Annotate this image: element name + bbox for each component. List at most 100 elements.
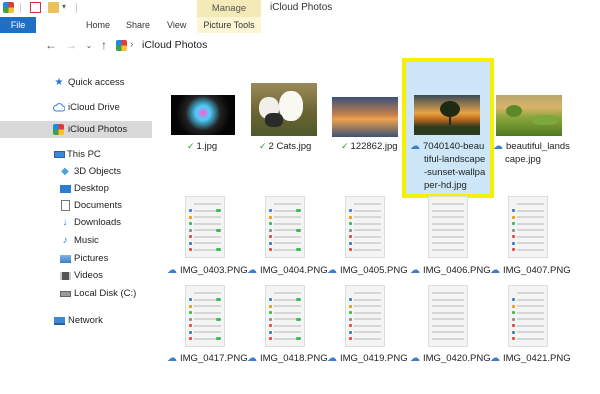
pc-icon (53, 149, 65, 160)
file-name: ☁ IMG_0421.PNG (490, 353, 571, 364)
cloud-only-icon: ☁ (410, 141, 420, 152)
videos-icon (59, 270, 71, 281)
cloud-only-icon: ☁ (167, 265, 177, 276)
separator (76, 3, 77, 13)
forward-arrow-icon[interactable]: → (64, 38, 78, 52)
sidebar-item-label: Documents (74, 200, 123, 211)
file-name: ✓ 122862.jpg (341, 141, 398, 152)
breadcrumb[interactable]: iCloud Photos (142, 39, 207, 51)
image-thumbnail (251, 83, 317, 136)
synced-check-icon: ✓ (187, 141, 195, 151)
image-thumbnail (508, 196, 548, 258)
file-name: ☁ IMG_0418.PNG (247, 353, 328, 364)
window-title: iCloud Photos (270, 2, 333, 13)
cloud-only-icon: ☁ (167, 353, 177, 364)
sidebar-item-label: Local Disk (C:) (74, 288, 137, 299)
sidebar-item-desktop[interactable]: Desktop (0, 180, 152, 197)
up-arrow-icon[interactable]: ↑ (97, 38, 111, 52)
cloud-only-icon: ☁ (490, 265, 500, 276)
image-thumbnail (345, 196, 385, 258)
cloud-only-icon: ☁ (247, 353, 257, 364)
cloud-icon (53, 102, 65, 113)
image-thumbnail (185, 285, 225, 347)
sidebar-item-quick-access[interactable]: ★ Quick access (0, 74, 152, 91)
tab-share[interactable]: Share (126, 17, 150, 33)
navigation-pane: ★ Quick access iCloud Drive iCloud Photo… (0, 66, 152, 394)
photos-icon (53, 124, 64, 135)
sidebar-item-network[interactable]: Network (0, 312, 152, 329)
back-arrow-icon[interactable]: ← (44, 38, 58, 52)
title-bar: ▾ Manage iCloud Photos (0, 0, 600, 17)
sidebar-item-downloads[interactable]: ↓ Downloads (0, 214, 152, 231)
sidebar-item-local-disk[interactable]: Local Disk (C:) (0, 285, 152, 302)
cloud-only-icon: ☁ (327, 265, 337, 276)
breadcrumb-chevron-icon[interactable]: › (130, 39, 133, 50)
file-name-line: -sunset-wallpa (424, 167, 486, 178)
file-name: ☁ IMG_0407.PNG (490, 265, 571, 276)
synced-check-icon: ✓ (259, 141, 267, 151)
quick-access-dropdown-icon[interactable]: ▾ (62, 2, 73, 13)
sidebar-item-label: Music (74, 235, 99, 246)
image-thumbnail (185, 196, 225, 258)
sidebar-item-label: 3D Objects (74, 166, 121, 177)
image-thumbnail (345, 285, 385, 347)
file-name: ☁ IMG_0403.PNG (167, 265, 248, 276)
sidebar-item-label: Videos (74, 270, 103, 281)
new-folder-icon[interactable] (48, 2, 59, 13)
image-thumbnail (171, 95, 235, 135)
sidebar-item-label: Downloads (74, 217, 121, 228)
file-name: ☁ IMG_0404.PNG (247, 265, 328, 276)
network-icon (53, 315, 65, 326)
star-icon: ★ (54, 77, 64, 88)
sidebar-item-videos[interactable]: Videos (0, 267, 152, 284)
file-name: ☁ 7040140-beau (410, 141, 485, 152)
image-thumbnail (332, 97, 398, 137)
file-name-line: tiful-landscape (424, 154, 486, 165)
disk-icon (59, 288, 71, 299)
tab-home[interactable]: Home (86, 17, 110, 33)
image-thumbnail (508, 285, 548, 347)
file-name: ✓ 2 Cats.jpg (259, 141, 312, 152)
image-thumbnail (265, 285, 305, 347)
sidebar-item-this-pc[interactable]: This PC (0, 146, 152, 163)
sidebar-item-music[interactable]: ♪ Music (0, 232, 152, 249)
properties-icon[interactable] (30, 2, 41, 13)
music-icon: ♪ (62, 235, 68, 246)
recent-locations-dropdown-icon[interactable]: ⌄ (82, 38, 96, 52)
file-name: ☁ IMG_0405.PNG (327, 265, 408, 276)
sidebar-item-pictures[interactable]: Pictures (0, 250, 152, 267)
sidebar-item-documents[interactable]: Documents (0, 197, 152, 214)
image-thumbnail (414, 95, 480, 135)
cloud-only-icon: ☁ (493, 141, 503, 152)
sidebar-item-icloud-drive[interactable]: iCloud Drive (0, 99, 152, 116)
sidebar-item-icloud-photos[interactable]: iCloud Photos (0, 121, 152, 138)
sidebar-item-label: Network (68, 315, 103, 326)
cube-icon: ◆ (61, 166, 69, 177)
cloud-only-icon: ☁ (410, 265, 420, 276)
photos-location-icon (116, 40, 127, 51)
image-thumbnail (265, 196, 305, 258)
tab-file[interactable]: File (0, 17, 36, 33)
cloud-only-icon: ☁ (247, 265, 257, 276)
file-name-line: cape.jpg (505, 154, 541, 165)
tab-picture-tools[interactable]: Picture Tools (197, 17, 261, 33)
file-name: ✓ 1.jpg (187, 141, 218, 152)
download-icon: ↓ (62, 217, 68, 228)
sidebar-item-label: iCloud Drive (68, 102, 120, 113)
sidebar-item-label: Quick access (68, 77, 125, 88)
tab-view[interactable]: View (167, 17, 186, 33)
sidebar-item-3d-objects[interactable]: ◆ 3D Objects (0, 163, 152, 180)
sidebar-item-label: iCloud Photos (68, 124, 128, 135)
photos-app-icon (3, 2, 14, 13)
synced-check-icon: ✓ (341, 141, 349, 151)
image-thumbnail (428, 285, 468, 347)
file-name-line: per-hd.jpg (424, 180, 467, 191)
file-name: ☁ beautiful_lands (493, 141, 570, 152)
desktop-icon (59, 183, 71, 194)
file-name: ☁ IMG_0417.PNG (167, 353, 248, 364)
manage-tab[interactable]: Manage (197, 0, 261, 17)
file-name: ☁ IMG_0406.PNG (410, 265, 491, 276)
documents-icon (59, 200, 71, 211)
file-name: ☁ IMG_0420.PNG (410, 353, 491, 364)
separator (20, 3, 21, 13)
